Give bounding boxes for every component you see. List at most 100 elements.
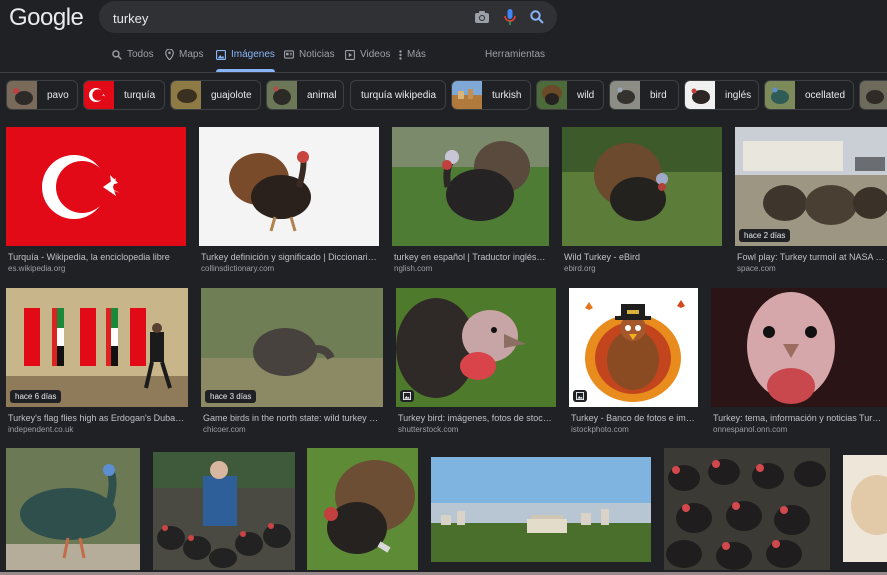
chip-thumbnail bbox=[860, 81, 887, 109]
image-result[interactable]: hace 6 días Turkey's flag flies high as … bbox=[6, 288, 188, 438]
result-thumbnail[interactable] bbox=[711, 288, 887, 407]
result-title[interactable]: Turkey: tema, información y noticias Tur… bbox=[713, 413, 883, 423]
result-title[interactable]: Wild Turkey - eBird bbox=[564, 252, 720, 262]
chip-turquia[interactable]: turquía bbox=[83, 80, 165, 110]
image-result[interactable]: Turkey - Banco de fotos e imáge... istoc… bbox=[569, 288, 698, 438]
tab-label: Imágenes bbox=[231, 49, 275, 60]
result-title[interactable]: Turkey - Banco de fotos e imáge... bbox=[571, 413, 696, 423]
image-result[interactable]: Turkey: tema, información y noticias Tur… bbox=[711, 288, 887, 438]
image-result[interactable]: hace 2 días Fowl play: Turkey turmoil at… bbox=[735, 127, 887, 277]
camera-icon[interactable] bbox=[473, 8, 491, 26]
chip-thumbnail bbox=[7, 81, 37, 109]
result-thumbnail[interactable] bbox=[199, 127, 379, 246]
image-result[interactable]: hace 3 días Game birds in the north stat… bbox=[201, 288, 383, 438]
result-thumbnail[interactable] bbox=[843, 455, 887, 562]
chip-thumbnail bbox=[610, 81, 640, 109]
result-title[interactable]: Turkey's flag flies high as Erdogan's Du… bbox=[8, 413, 186, 423]
result-source: istockphoto.com bbox=[571, 425, 629, 434]
result-thumbnail[interactable] bbox=[569, 288, 698, 407]
chip-label: ocellated bbox=[805, 89, 846, 101]
chip-thumbnail bbox=[685, 81, 715, 109]
result-thumbnail[interactable] bbox=[562, 127, 722, 246]
chip-label: bird bbox=[650, 89, 667, 101]
chip-label: wild bbox=[577, 89, 595, 101]
image-result[interactable] bbox=[431, 457, 651, 562]
image-result[interactable] bbox=[153, 452, 295, 570]
chip-ocellated[interactable]: ocellated bbox=[764, 80, 854, 110]
news-icon bbox=[284, 50, 294, 59]
related-search-chips: pavo turquía guajolote animal turquía wi… bbox=[0, 78, 887, 112]
result-title[interactable]: Game birds in the north state: wild turk… bbox=[203, 413, 381, 423]
result-title[interactable]: Turkey definición y significado | Diccio… bbox=[201, 252, 377, 262]
result-thumbnail[interactable] bbox=[664, 448, 830, 570]
chip-label: animal bbox=[307, 89, 337, 101]
chip-label: turquía bbox=[124, 89, 156, 101]
image-result[interactable] bbox=[664, 448, 830, 570]
image-result[interactable]: Turkey definición y significado | Diccio… bbox=[199, 127, 379, 277]
image-result[interactable] bbox=[307, 448, 418, 570]
result-thumbnail[interactable] bbox=[6, 127, 186, 246]
chip-wild[interactable]: wild bbox=[536, 80, 604, 110]
result-thumbnail[interactable] bbox=[396, 288, 556, 407]
result-thumbnail[interactable] bbox=[153, 452, 295, 570]
result-title[interactable]: turkey en español | Traductor inglés-es.… bbox=[394, 252, 547, 262]
image-result[interactable]: Turquía - Wikipedia, la enciclopedia lib… bbox=[6, 127, 186, 277]
image-icon bbox=[573, 390, 587, 402]
image-result[interactable]: turkey en español | Traductor inglés-es.… bbox=[392, 127, 549, 277]
result-source: space.com bbox=[737, 264, 776, 273]
result-thumbnail[interactable] bbox=[6, 448, 140, 570]
chip-label: pavo bbox=[47, 89, 69, 101]
tab-label: Maps bbox=[179, 49, 204, 60]
search-icon[interactable] bbox=[528, 8, 546, 26]
date-badge: hace 3 días bbox=[205, 390, 257, 403]
chip-thumbnail bbox=[537, 81, 567, 109]
result-title[interactable]: Turquía - Wikipedia, la enciclopedia lib… bbox=[8, 252, 184, 262]
tab-noticias[interactable]: Noticias bbox=[284, 38, 335, 71]
image-result[interactable]: Turkey bird: imágenes, fotos de stock y … bbox=[396, 288, 556, 438]
play-icon bbox=[345, 49, 355, 60]
result-thumbnail[interactable] bbox=[307, 448, 418, 570]
tab-maps[interactable]: Maps bbox=[165, 38, 203, 71]
result-source: es.wikipedia.org bbox=[8, 264, 66, 273]
chip-pavo[interactable]: pavo bbox=[6, 80, 78, 110]
tools-button[interactable]: Herramientas bbox=[485, 38, 545, 71]
tab-label: Videos bbox=[360, 49, 391, 60]
chip-thumbnail bbox=[765, 81, 795, 109]
result-title[interactable]: Turkey bird: imágenes, fotos de stock y … bbox=[398, 413, 554, 423]
more-icon bbox=[399, 49, 402, 60]
tab-label: Más bbox=[407, 49, 426, 60]
search-box[interactable] bbox=[99, 1, 557, 33]
chip-more[interactable] bbox=[859, 80, 887, 110]
tab-videos[interactable]: Videos bbox=[345, 38, 390, 71]
image-result[interactable] bbox=[843, 455, 887, 562]
chip-turkish[interactable]: turkish bbox=[451, 80, 531, 110]
chip-guajolote[interactable]: guajolote bbox=[170, 80, 261, 110]
result-source: onnespanol.onn.com bbox=[713, 425, 788, 434]
tab-todos[interactable]: Todos bbox=[112, 38, 154, 71]
tab-label: Todos bbox=[127, 49, 154, 60]
tab-label: Noticias bbox=[299, 49, 335, 60]
chip-ingles[interactable]: inglés bbox=[684, 80, 759, 110]
result-thumbnail[interactable] bbox=[431, 457, 651, 562]
result-thumbnail[interactable] bbox=[392, 127, 549, 246]
image-result[interactable]: Wild Turkey - eBird ebird.org bbox=[562, 127, 722, 277]
chip-label: turquía wikipedia bbox=[361, 89, 437, 101]
chip-turquia-wikipedia[interactable]: turquía wikipedia bbox=[350, 80, 446, 110]
tab-imagenes[interactable]: Imágenes bbox=[216, 38, 275, 72]
date-badge: hace 6 días bbox=[10, 390, 62, 403]
chip-animal[interactable]: animal bbox=[266, 80, 344, 110]
search-input[interactable] bbox=[111, 6, 465, 30]
microphone-icon[interactable] bbox=[501, 8, 519, 26]
chip-thumbnail bbox=[84, 81, 114, 109]
date-badge: hace 2 días bbox=[739, 229, 791, 242]
result-source: shutterstock.com bbox=[398, 425, 459, 434]
tab-mas[interactable]: Más bbox=[399, 38, 426, 71]
chip-bird[interactable]: bird bbox=[609, 80, 679, 110]
result-source: independent.co.uk bbox=[8, 425, 74, 434]
result-source: nglish.com bbox=[394, 264, 433, 273]
chip-thumbnail bbox=[452, 81, 482, 109]
image-result[interactable] bbox=[6, 448, 140, 570]
result-title[interactable]: Fowl play: Turkey turmoil at NASA cente bbox=[737, 252, 887, 262]
google-logo[interactable]: Google bbox=[9, 4, 84, 32]
image-icon bbox=[400, 390, 414, 402]
